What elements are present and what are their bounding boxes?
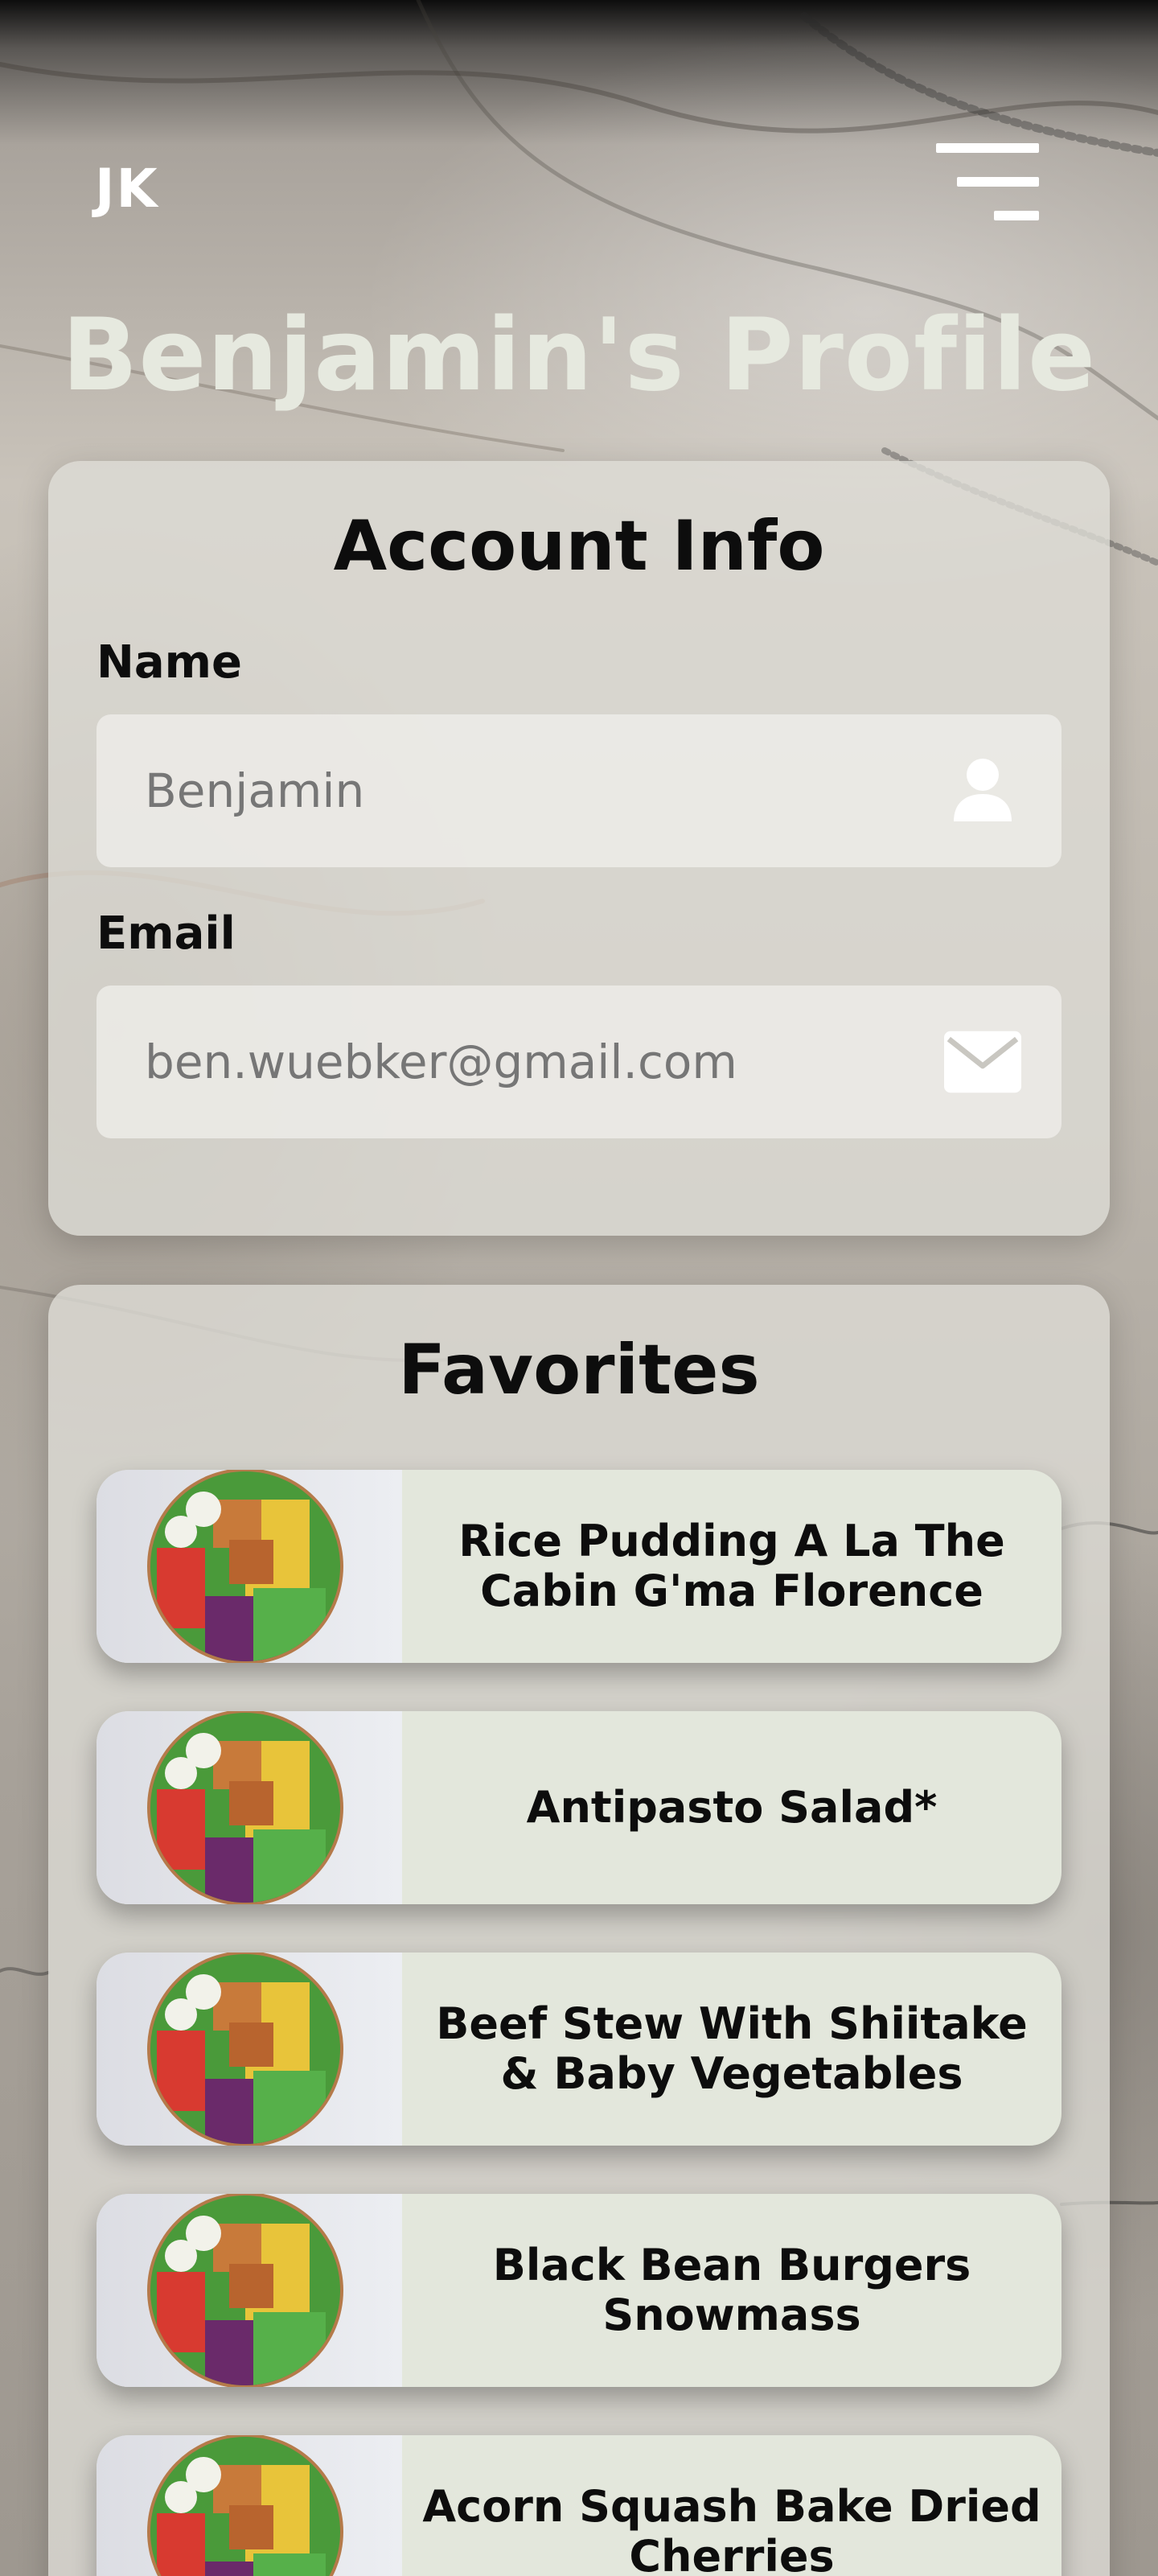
favorite-item[interactable]: Antipasto Salad*: [96, 1711, 1062, 1904]
name-label: Name: [96, 636, 242, 689]
menu-bar-top: [936, 143, 1039, 153]
logo[interactable]: JK: [95, 158, 159, 220]
account-info-title: Account Info: [333, 506, 825, 586]
salad-bowl-image: [96, 1953, 402, 2146]
email-field: [96, 986, 1062, 1138]
envelope-icon: [944, 1023, 1021, 1101]
favorite-item-name: Antipasto Salad*: [526, 1782, 938, 1833]
favorites-card: Favorites Rice Pudding A La The Cabin G'…: [48, 1285, 1110, 2576]
salad-bowl-image: [96, 2194, 402, 2387]
favorite-item[interactable]: Rice Pudding A La The Cabin G'ma Florenc…: [96, 1470, 1062, 1663]
email-input[interactable]: [145, 986, 917, 1138]
salad-bowl-image: [96, 2435, 402, 2576]
favorite-item-name: Acorn Squash Bake Dried Cherries: [422, 2481, 1041, 2576]
name-field: [96, 714, 1062, 867]
favorite-item-name: Black Bean Burgers Snowmass: [492, 2240, 971, 2340]
menu-bar-middle: [957, 177, 1039, 187]
hamburger-menu-icon[interactable]: [933, 143, 1039, 224]
user-icon: [944, 752, 1021, 829]
favorite-item-name: Rice Pudding A La The Cabin G'ma Florenc…: [458, 1516, 1005, 1616]
salad-bowl-image: [96, 1470, 402, 1663]
email-label: Email: [96, 907, 236, 960]
favorite-item[interactable]: Acorn Squash Bake Dried Cherries: [96, 2435, 1062, 2576]
favorite-item-name: Beef Stew With Shiitake & Baby Vegetable…: [436, 1998, 1028, 2099]
salad-bowl-image: [96, 1711, 402, 1904]
favorite-item[interactable]: Beef Stew With Shiitake & Baby Vegetable…: [96, 1953, 1062, 2146]
favorites-title: Favorites: [398, 1330, 760, 1410]
name-input[interactable]: [145, 714, 917, 867]
favorites-list: Rice Pudding A La The Cabin G'ma Florenc…: [96, 1470, 1062, 2576]
account-info-card: Account Info Name Email: [48, 461, 1110, 1236]
favorite-item[interactable]: Black Bean Burgers Snowmass: [96, 2194, 1062, 2387]
page-title: Benjamin's Profile: [61, 298, 1097, 414]
app-header: JK Benjamin's Profile: [0, 0, 1158, 414]
menu-bar-bottom: [994, 211, 1039, 220]
